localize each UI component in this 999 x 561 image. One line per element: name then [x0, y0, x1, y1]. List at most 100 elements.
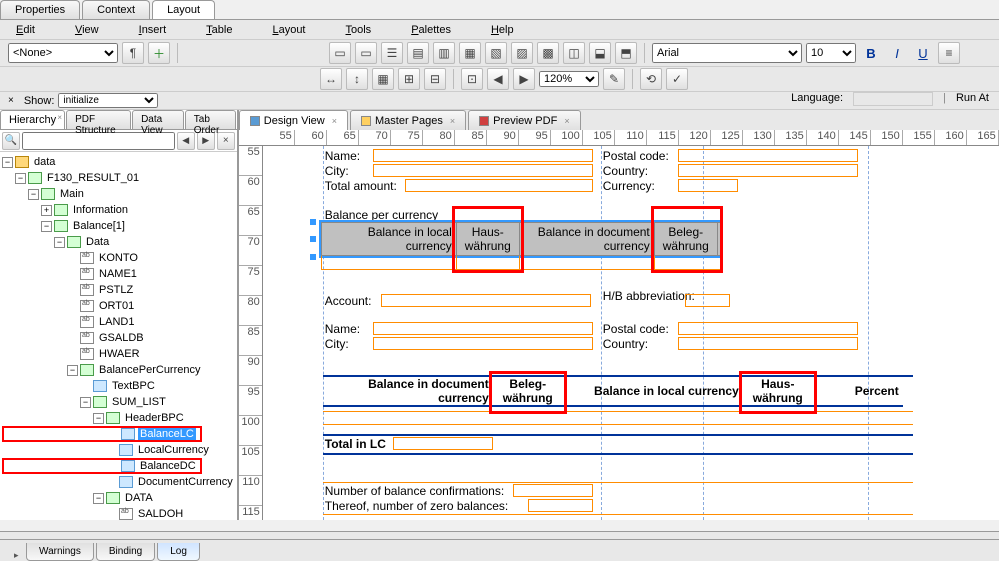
- tab-design-view[interactable]: Design View×: [239, 110, 348, 130]
- table-data-row[interactable]: [321, 256, 721, 270]
- tree-localcurrency[interactable]: LocalCurrency: [136, 444, 211, 456]
- tab-properties[interactable]: Properties: [0, 0, 80, 19]
- search-prev-icon[interactable]: ◀: [177, 132, 195, 150]
- tb2-4[interactable]: ⊞: [398, 68, 420, 90]
- tree-toggle[interactable]: +: [41, 205, 52, 216]
- tb-icon-10[interactable]: ◫: [563, 42, 585, 64]
- tree-toggle[interactable]: −: [28, 189, 39, 200]
- field-postalcode-top[interactable]: [678, 149, 858, 162]
- search-icon[interactable]: 🔍: [2, 132, 20, 150]
- menu-edit[interactable]: Edit: [10, 22, 41, 38]
- field-hb[interactable]: [685, 294, 730, 307]
- field-total-lc[interactable]: [393, 437, 493, 450]
- field-numconf[interactable]: [513, 484, 593, 497]
- tree-hwaer[interactable]: HWAER: [97, 348, 142, 360]
- tb-icon-12[interactable]: ⬒: [615, 42, 637, 64]
- field-account[interactable]: [381, 294, 591, 307]
- tree-data2[interactable]: Data: [84, 236, 111, 248]
- style-none-btn[interactable]: ¶: [122, 42, 144, 64]
- tb2-prev[interactable]: ◀: [487, 68, 509, 90]
- style-new-btn[interactable]: ＋: [148, 42, 170, 64]
- tree-data3[interactable]: DATA: [123, 492, 155, 504]
- tree-textbpc[interactable]: TextBPC: [110, 380, 157, 392]
- table-header-ltsum[interactable]: Balance in document currency Beleg-währu…: [323, 377, 903, 407]
- tree-balancelc[interactable]: BalanceLC: [138, 428, 196, 440]
- tree-name1[interactable]: NAME1: [97, 268, 139, 280]
- tb-icon-1[interactable]: ▭: [329, 42, 351, 64]
- tb-icon-8[interactable]: ▨: [511, 42, 533, 64]
- tb2-2[interactable]: ↕: [346, 68, 368, 90]
- tree-saldoh[interactable]: SALDOH: [136, 508, 185, 520]
- tree-toggle[interactable]: −: [41, 221, 52, 232]
- menu-palettes[interactable]: Palettes: [405, 22, 457, 38]
- th-balance-local[interactable]: Balance in local currency: [322, 223, 457, 255]
- tree-toggle[interactable]: −: [2, 157, 13, 168]
- tab-binding[interactable]: Binding: [96, 543, 155, 561]
- table-header-bpc[interactable]: Balance in local currency Haus-währung B…: [321, 222, 721, 256]
- tree-toggle[interactable]: −: [54, 237, 65, 248]
- paragraph-style-select[interactable]: <None>: [8, 43, 118, 63]
- tb-icon-2[interactable]: ▭: [355, 42, 377, 64]
- tree-balance[interactable]: Balance[1]: [71, 220, 127, 232]
- tree-toggle[interactable]: −: [93, 493, 104, 504]
- tree-land1[interactable]: LAND1: [97, 316, 136, 328]
- font-size-select[interactable]: 10: [806, 43, 856, 63]
- tree-pstlz[interactable]: PSTLZ: [97, 284, 135, 296]
- menu-layout[interactable]: Layout: [266, 22, 311, 38]
- menu-table[interactable]: Table: [200, 22, 238, 38]
- tb2-6[interactable]: ✎: [603, 68, 625, 90]
- tb-icon-11[interactable]: ⬓: [589, 42, 611, 64]
- bottom-arrow-icon[interactable]: ▸: [14, 550, 26, 561]
- menu-insert[interactable]: Insert: [133, 22, 173, 38]
- tree-toggle[interactable]: −: [80, 397, 91, 408]
- tab-log[interactable]: Log: [157, 543, 200, 561]
- th-balance-doc[interactable]: Balance in document currency: [520, 223, 655, 255]
- tb2-1[interactable]: ↔: [320, 68, 342, 90]
- th-belegwahrung2[interactable]: Beleg-währung: [493, 377, 563, 405]
- th-balance-doc2[interactable]: Balance in document currency: [323, 377, 493, 405]
- th-percent[interactable]: Percent: [813, 377, 903, 405]
- tb2-7[interactable]: ⟲: [640, 68, 662, 90]
- show-event-select[interactable]: initialize: [58, 93, 158, 108]
- th-hauswahrung2[interactable]: Haus-währung: [743, 377, 813, 405]
- tree-information[interactable]: Information: [71, 204, 130, 216]
- tree-documentcurrency[interactable]: DocumentCurrency: [136, 476, 235, 488]
- underline-button[interactable]: U: [912, 46, 934, 61]
- align-btn[interactable]: ≡: [938, 42, 960, 64]
- tab-data-view[interactable]: Data View: [132, 110, 184, 129]
- tb2-8[interactable]: ✓: [666, 68, 688, 90]
- tab-warnings[interactable]: Warnings: [26, 543, 94, 561]
- th-belegwahrung[interactable]: Beleg-währung: [655, 223, 718, 255]
- tab-context[interactable]: Context: [82, 0, 150, 19]
- field-name2[interactable]: [373, 322, 593, 335]
- tb-icon-7[interactable]: ▧: [485, 42, 507, 64]
- tree-toggle[interactable]: −: [67, 365, 78, 376]
- tb-icon-5[interactable]: ▥: [433, 42, 455, 64]
- tb2-next[interactable]: ▶: [513, 68, 535, 90]
- design-canvas[interactable]: Name: Postal code: City: Country: Total …: [263, 146, 999, 520]
- tree-toggle[interactable]: −: [93, 413, 104, 424]
- tb2-3[interactable]: ▦: [372, 68, 394, 90]
- field-country2[interactable]: [678, 337, 858, 350]
- th-balance-local2[interactable]: Balance in local currency: [563, 377, 743, 405]
- bold-button[interactable]: B: [860, 46, 882, 61]
- search-close-icon[interactable]: ×: [217, 132, 235, 150]
- zoom-select[interactable]: 120%: [539, 71, 599, 87]
- tree-konto[interactable]: KONTO: [97, 252, 140, 264]
- tb2-snap[interactable]: ⊡: [461, 68, 483, 90]
- tree-sumlist[interactable]: SUM_LIST: [110, 396, 168, 408]
- tb-icon-9[interactable]: ▩: [537, 42, 559, 64]
- field-city2[interactable]: [373, 337, 593, 350]
- field-zero[interactable]: [528, 499, 593, 512]
- tab-pdf-structure[interactable]: PDF Structure: [66, 110, 131, 129]
- tree-balancedc[interactable]: BalanceDC: [138, 460, 198, 472]
- tree-ort01[interactable]: ORT01: [97, 300, 136, 312]
- italic-button[interactable]: I: [886, 46, 908, 61]
- field-city[interactable]: [373, 164, 593, 177]
- tab-hierarchy[interactable]: Hierarchy×: [0, 110, 65, 129]
- menu-tools[interactable]: Tools: [340, 22, 378, 38]
- tb-icon-3[interactable]: ☰: [381, 42, 403, 64]
- tab-tab-order[interactable]: Tab Order: [185, 110, 236, 129]
- tree-toggle[interactable]: −: [15, 173, 26, 184]
- tb-icon-4[interactable]: ▤: [407, 42, 429, 64]
